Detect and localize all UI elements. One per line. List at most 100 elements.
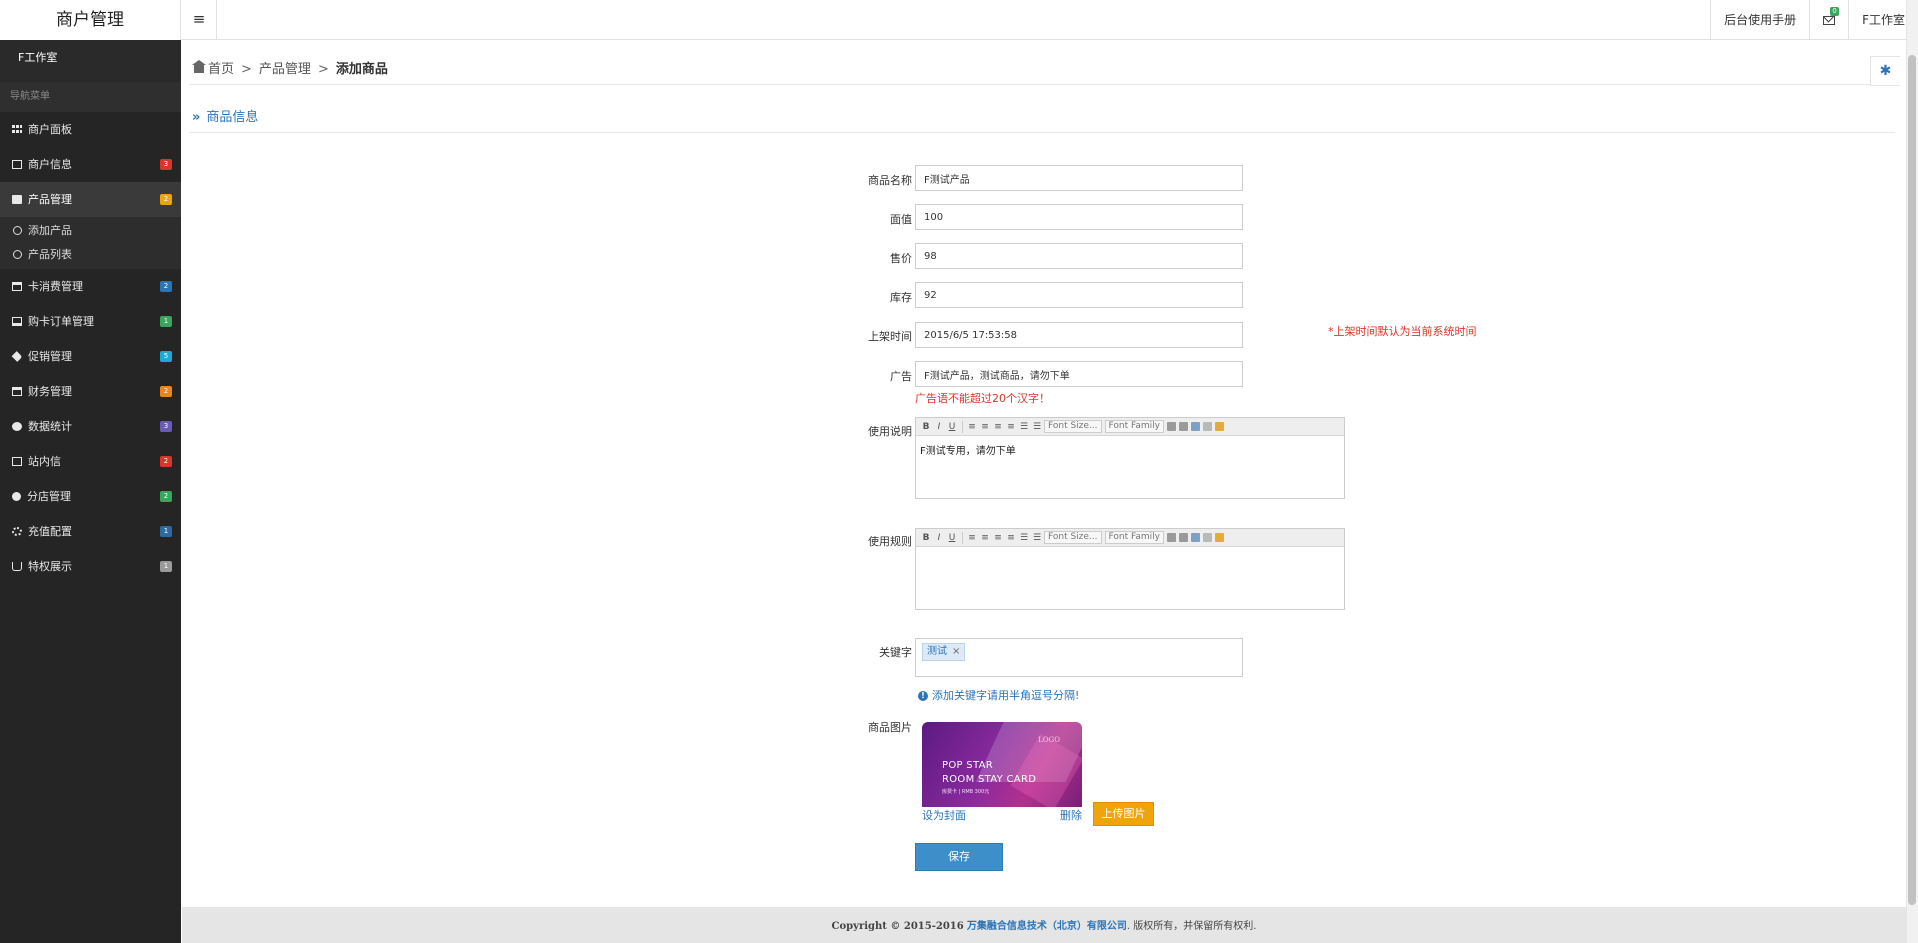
bold-button[interactable]: B [920,422,932,432]
font-size-select[interactable]: Font Size... [1044,420,1102,433]
editor-toolbar: B I U ≡ ≡ ≡ ≡ ☰ ☰ Font Size... Font Fami… [916,418,1344,436]
italic-button[interactable]: I [933,533,945,543]
briefcase-icon [12,195,22,204]
unlink-icon[interactable] [1202,533,1212,542]
vertical-scrollbar[interactable] [1906,0,1918,943]
link-icon[interactable] [1190,422,1200,431]
footer-company-link[interactable]: 万集融合信息技术（北京）有限公司 [967,921,1127,932]
image-icon[interactable] [1214,533,1224,542]
sidebar-item-card-orders[interactable]: 购卡订单管理 1 [0,304,181,339]
sidebar-item-label: 财务管理 [28,385,72,398]
align-justify-icon[interactable]: ≡ [1005,533,1017,543]
rules-editor-body[interactable] [916,547,1344,559]
sidebar-item-privileges[interactable]: 特权展示 1 [0,549,181,584]
ordered-list-icon[interactable]: ☰ [1018,533,1030,543]
card-subtitle: 房费卡 | RMB 300元 [942,789,990,795]
count-badge: 1 [160,561,172,572]
delete-image-link[interactable]: 删除 [1060,807,1082,823]
underline-button[interactable]: U [946,422,958,432]
ad-input[interactable] [915,361,1243,387]
double-chevron-icon: » [192,110,201,125]
sidebar-item-recharge-config[interactable]: 充值配置 1 [0,514,181,549]
gear-icon: ✱ [1879,63,1892,79]
price-label: 售价 [890,252,912,265]
grid-icon [12,125,22,134]
sidebar-item-branches[interactable]: 分店管理 2 [0,479,181,514]
sidebar-user[interactable]: F工作室 [0,40,181,82]
italic-button[interactable]: I [933,422,945,432]
indent-icon[interactable] [1178,533,1188,542]
sidebar-item-promotions[interactable]: 促销管理 5 [0,339,181,374]
unordered-list-icon[interactable]: ☰ [1031,422,1043,432]
sidebar-item-product-management[interactable]: 产品管理 2 [0,182,181,217]
breadcrumb-product-management[interactable]: 产品管理 [259,62,311,77]
breadcrumb-home[interactable]: 首页 [208,62,234,77]
font-family-select[interactable]: Font Family [1104,531,1164,544]
usage-editor-body[interactable]: F测试专用，请勿下单 [916,436,1344,463]
face-value-input[interactable] [915,204,1243,230]
sidebar-item-finance[interactable]: 财务管理 2 [0,374,181,409]
font-size-select[interactable]: Font Size... [1044,531,1102,544]
manual-link[interactable]: 后台使用手册 [1710,0,1809,40]
mail-button[interactable]: 0 [1809,0,1848,40]
footer-rights: . 版权所有，并保留所有权利. [1126,921,1257,932]
settings-gear-button[interactable]: ✱ [1870,56,1900,86]
unlink-icon[interactable] [1202,422,1212,431]
sidebar-item-card-consumption[interactable]: 卡消费管理 2 [0,269,181,304]
toolbar-divider [962,420,963,433]
unordered-list-icon[interactable]: ☰ [1031,533,1043,543]
bold-button[interactable]: B [920,533,932,543]
upload-image-button[interactable]: 上传图片 [1093,802,1154,826]
outdent-icon[interactable] [1166,533,1176,542]
align-center-icon[interactable]: ≡ [979,533,991,543]
listing-time-input[interactable] [915,322,1243,348]
image-label: 商品图片 [868,721,912,734]
align-justify-icon[interactable]: ≡ [1005,422,1017,432]
submenu-item-add-product[interactable]: 添加产品 [0,219,181,243]
count-badge: 2 [160,386,172,397]
product-card-image: LOGO POP STAR ROOM STAY CARD 房费卡 | RMB 3… [922,722,1082,807]
scrollbar-thumb[interactable] [1908,55,1916,905]
link-icon[interactable] [1190,533,1200,542]
align-right-icon[interactable]: ≡ [992,533,1004,543]
align-left-icon[interactable]: ≡ [966,533,978,543]
underline-button[interactable]: U [946,533,958,543]
image-icon[interactable] [1214,422,1224,431]
align-right-icon[interactable]: ≡ [992,422,1004,432]
sidebar-item-merchant-panel[interactable]: 商户面板 [0,112,181,147]
sidebar: F工作室 导航菜单 商户面板 商户信息 3 产品管理 2 添加产品 产品列表 卡… [0,40,181,943]
menu-toggle-button[interactable]: ≡ [182,0,217,40]
align-center-icon[interactable]: ≡ [979,422,991,432]
listing-time-hint: *上架时间默认为当前系统时间 [1328,325,1477,338]
brand-title: 商户管理 [0,0,181,40]
keyword-tag: 测试 × [922,643,966,661]
sidebar-item-merchant-info[interactable]: 商户信息 3 [0,147,181,182]
indent-icon[interactable] [1178,422,1188,431]
stock-input[interactable] [915,282,1243,308]
outdent-icon[interactable] [1166,422,1176,431]
face-value-label: 面值 [890,213,912,226]
hamburger-icon: ≡ [192,10,206,28]
align-left-icon[interactable]: ≡ [966,422,978,432]
sidebar-item-statistics[interactable]: 数据统计 3 [0,409,181,444]
keyword-tag-text: 测试 [927,646,947,657]
save-button[interactable]: 保存 [915,843,1003,871]
tag-remove-icon[interactable]: × [952,646,960,657]
product-name-label: 商品名称 [868,174,912,187]
keyword-hint: ! 添加关键字请用半角逗号分隔! [918,687,1079,703]
price-input[interactable] [915,243,1243,269]
font-family-select[interactable]: Font Family [1104,420,1164,433]
set-cover-link[interactable]: 设为封面 [922,807,966,823]
product-name-input[interactable] [915,165,1243,191]
section-title-text: 商品信息 [206,110,259,125]
count-badge: 5 [160,351,172,362]
sidebar-item-messages[interactable]: 站内信 2 [0,444,181,479]
submenu-item-product-list[interactable]: 产品列表 [0,243,181,267]
circle-icon [13,226,22,235]
keyword-tag-input[interactable]: 测试 × [915,638,1243,677]
sidebar-item-label: 卡消费管理 [28,280,83,293]
top-right-nav: 后台使用手册 0 F工作室 [1710,0,1918,40]
ordered-list-icon[interactable]: ☰ [1018,422,1030,432]
nav-heading: 导航菜单 [0,82,181,112]
home-icon [192,60,206,73]
